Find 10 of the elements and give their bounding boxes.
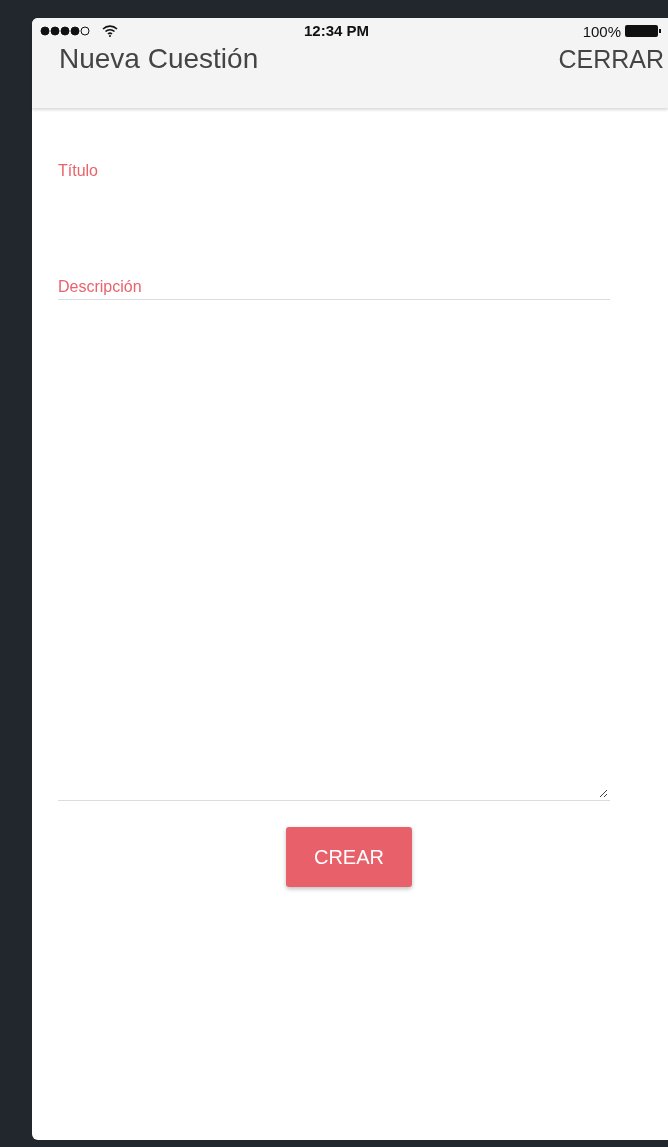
wifi-icon — [102, 25, 118, 37]
resize-handle-icon[interactable] — [599, 789, 608, 798]
textarea-field[interactable] — [58, 299, 610, 801]
battery-percentage: 100% — [582, 22, 621, 40]
battery-icon — [624, 24, 662, 38]
field-label: Descripción — [58, 278, 143, 296]
screen-title: Nueva Cuestión — [59, 43, 259, 75]
close-button[interactable]: CERRAR — [558, 44, 668, 74]
field-label: Título — [58, 162, 99, 180]
status-time: 12:34 PM — [304, 22, 370, 39]
